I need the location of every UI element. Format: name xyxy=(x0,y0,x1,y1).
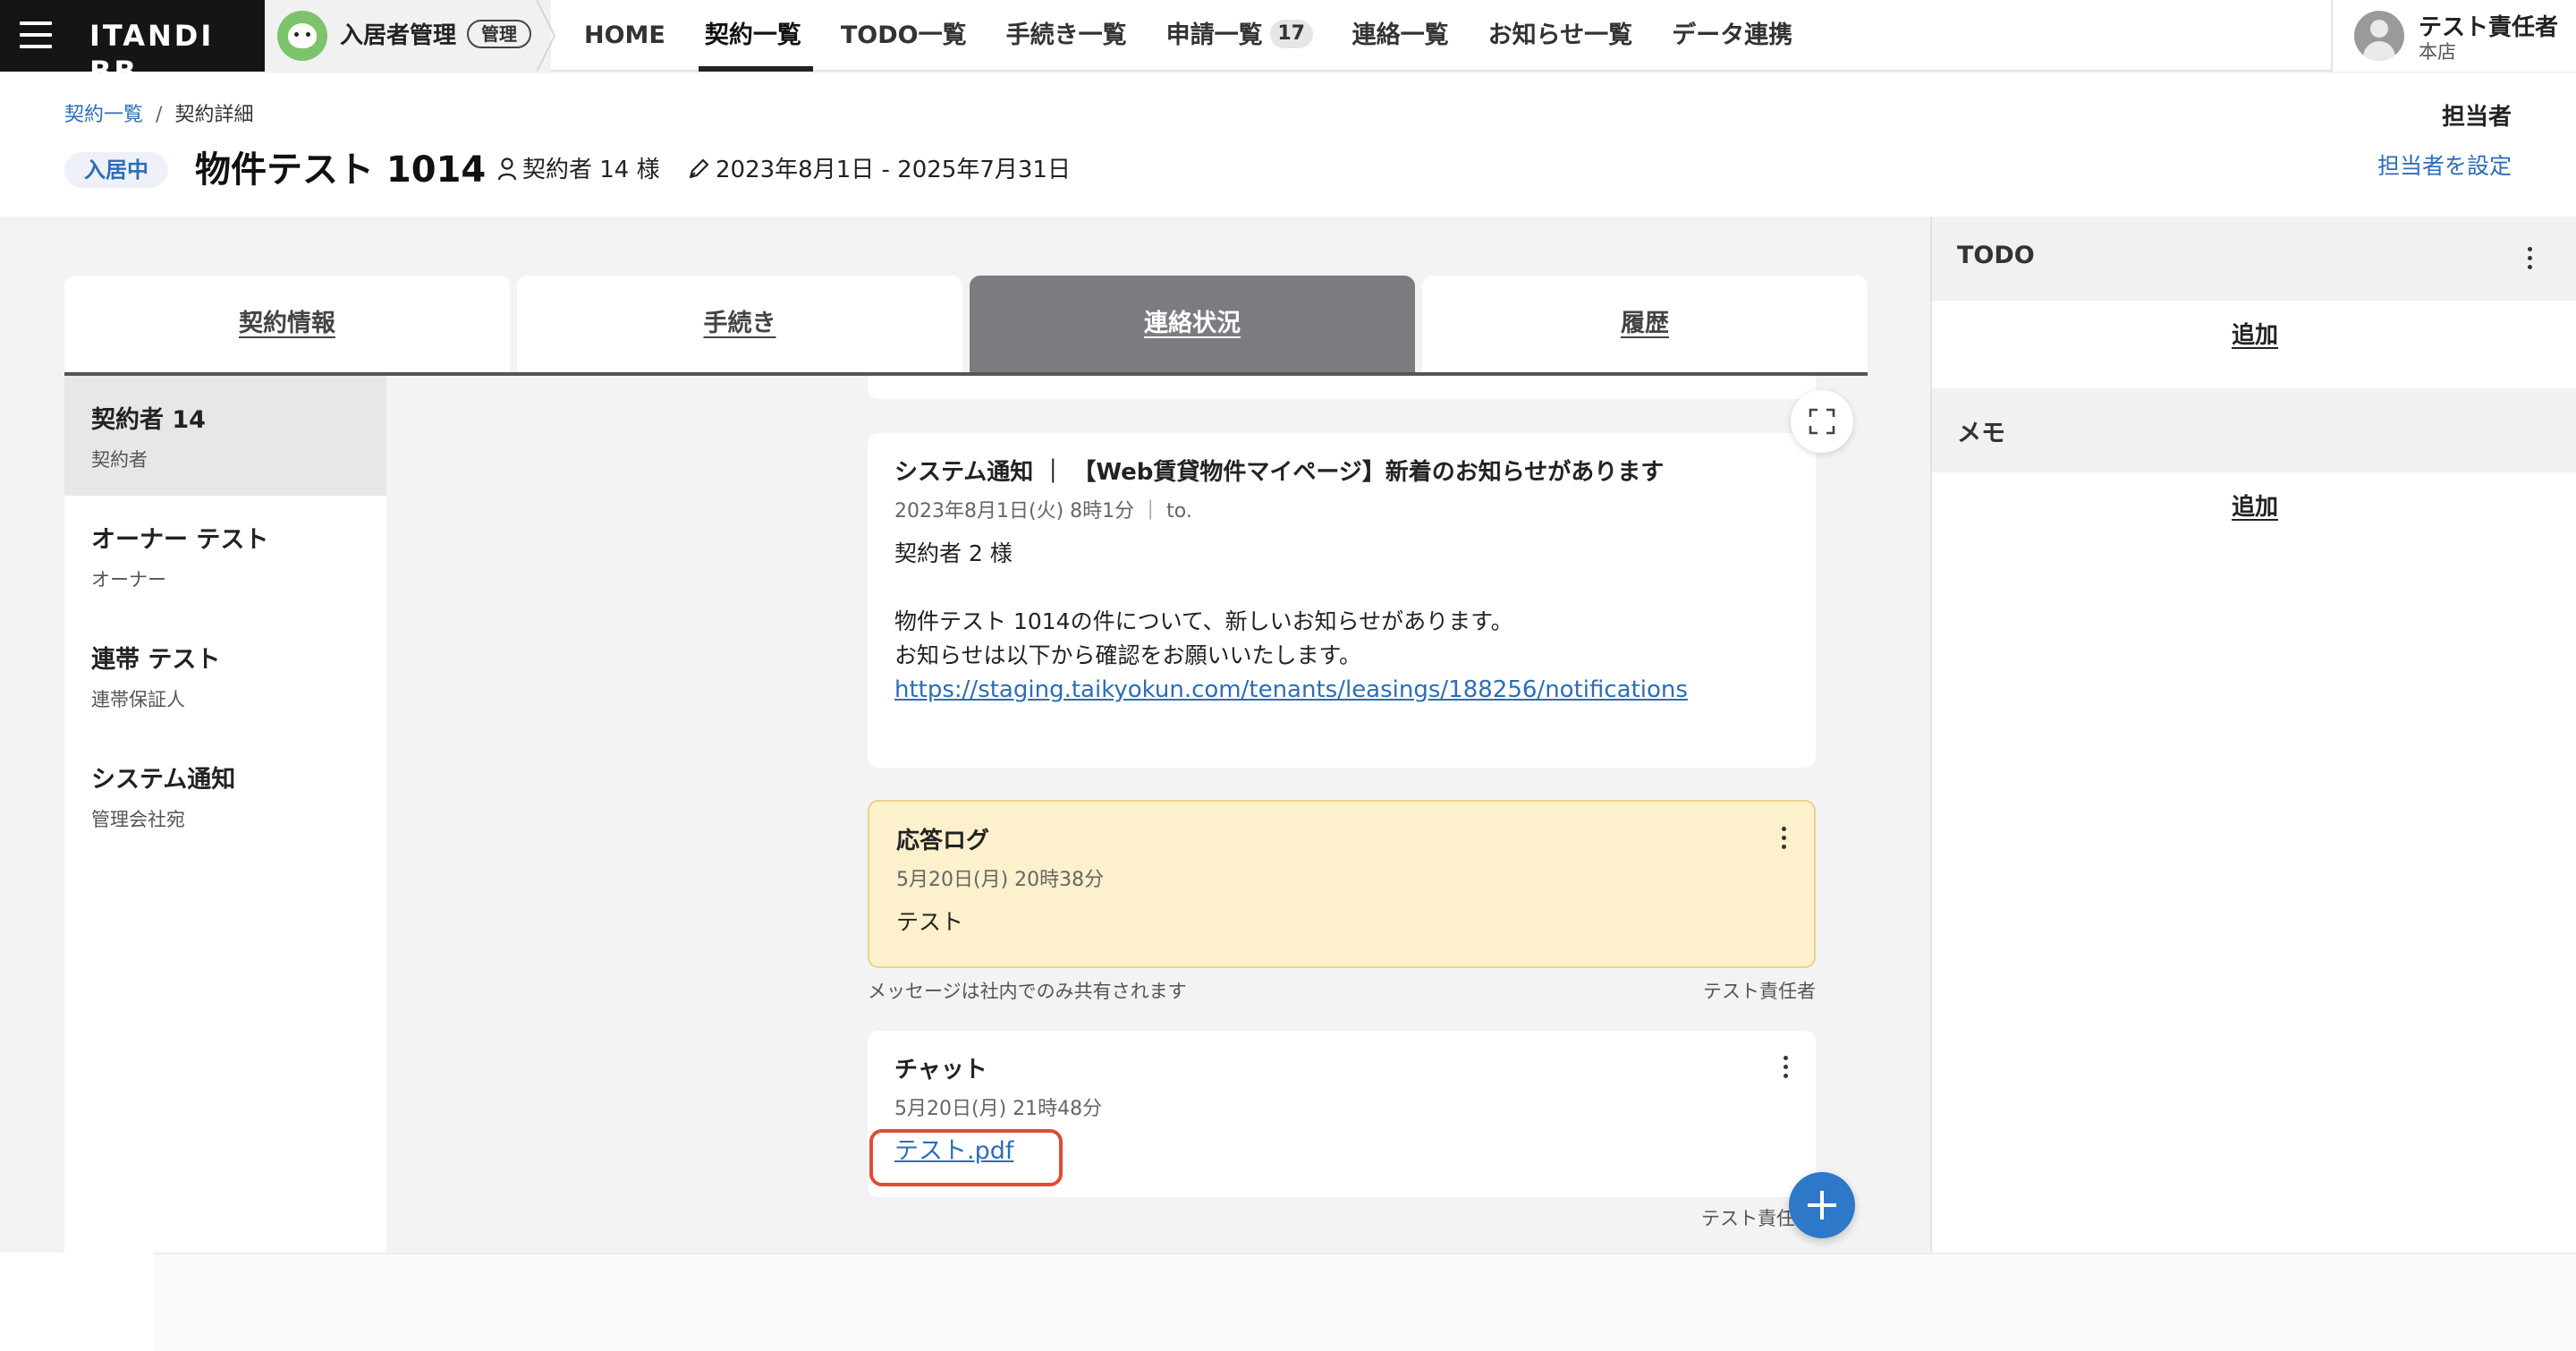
product-name[interactable]: 入居者管理 xyxy=(340,18,456,54)
contact-item-owner[interactable]: オーナー テスト オーナー xyxy=(64,496,386,616)
contact-role: 連帯保証人 xyxy=(91,689,185,710)
add-todo-button[interactable]: 追加 xyxy=(1932,317,2576,350)
message-time: 5月20日(月) 20時38分 xyxy=(896,869,1105,891)
right-side-panel: TODO 追加 メモ 追加 xyxy=(1930,217,2576,1253)
tab-procedures[interactable]: 手続き xyxy=(517,276,962,372)
notification-url-link[interactable]: https://staging.taikyokun.com/tenants/le… xyxy=(894,673,1688,707)
expand-button[interactable] xyxy=(1791,390,1853,453)
main-nav: HOME 契約一覧 TODO一覧 手続き一覧 申請一覧 17 連絡一覧 お知らせ一… xyxy=(572,0,1820,72)
more-options-icon[interactable] xyxy=(1782,1056,1789,1079)
message-title: チャット xyxy=(894,1057,987,1083)
assignee-label: 担当者 xyxy=(2441,104,2512,131)
message-time: 5月20日(月) 21時48分 xyxy=(894,1098,1103,1120)
user-store: 本店 xyxy=(2419,41,2456,63)
nav-procedures[interactable]: 手続き一覧 xyxy=(995,0,1139,72)
todo-title: TODO xyxy=(1957,242,2035,269)
add-memo-button[interactable]: 追加 xyxy=(1932,489,2576,522)
breadcrumb-current: 契約詳細 xyxy=(174,104,254,126)
user-avatar-icon xyxy=(2354,11,2404,61)
detail-tabs: 契約情報 手続き 連絡状況 履歴 xyxy=(64,276,1868,376)
contact-item-guarantor[interactable]: 連帯 テスト 連帯保証人 xyxy=(64,616,386,735)
contact-name: 連帯 テスト xyxy=(91,646,221,674)
nav-data-integration[interactable]: データ連携 xyxy=(1660,0,1804,72)
tab-contact-status[interactable]: 連絡状況 xyxy=(970,276,1415,372)
memo-header: メモ xyxy=(1932,388,2576,472)
product-role-badge: 管理 xyxy=(467,20,531,48)
memo-title: メモ xyxy=(1957,420,2005,447)
tab-contract-info[interactable]: 契約情報 xyxy=(64,276,510,372)
response-log-card: 応答ログ 5月20日(月) 20時38分 テスト xyxy=(868,800,1816,968)
message-time: 2023年8月1日(火) 8時1分 ｜ to. xyxy=(894,500,1192,523)
highlight-annotation xyxy=(869,1129,1063,1186)
contact-role: 管理会社宛 xyxy=(91,809,185,830)
nav-contacts[interactable]: 連絡一覧 xyxy=(1341,0,1461,72)
fullscreen-icon xyxy=(1809,408,1835,435)
breadcrumb-separator: / xyxy=(156,104,163,126)
bottom-area xyxy=(0,1253,2576,1351)
contact-name: オーナー テスト xyxy=(91,526,269,554)
top-navigation: ITANDI BB 入居者管理 管理 HOME 契約一覧 TODO一覧 手続き一… xyxy=(0,0,2576,89)
nav-home[interactable]: HOME xyxy=(572,0,677,72)
chevron-divider-icon xyxy=(537,0,556,72)
person-icon xyxy=(497,157,517,180)
system-notification-card: システム通知 ｜ 【Web賃貸物件マイページ】新着のお知らせがあります 2023… xyxy=(868,433,1816,768)
brand-area: ITANDI BB xyxy=(0,0,265,89)
nav-todo[interactable]: TODO一覧 xyxy=(829,0,979,72)
user-menu[interactable]: テスト責任者 本店 xyxy=(2331,0,2576,72)
more-options-icon[interactable] xyxy=(1780,827,1787,850)
nav-contracts[interactable]: 契約一覧 xyxy=(693,0,813,72)
message-author: テスト責任者 xyxy=(1703,981,1816,1002)
message-title: 応答ログ xyxy=(896,828,990,854)
contact-role: 契約者 xyxy=(91,449,148,471)
applications-count-badge: 17 xyxy=(1269,19,1313,48)
pen-icon xyxy=(689,158,709,178)
message-title: システム通知 ｜ 【Web賃貸物件マイページ】新着のお知らせがあります xyxy=(894,459,1665,486)
tab-history[interactable]: 履歴 xyxy=(1422,276,1868,372)
more-options-icon[interactable] xyxy=(2526,247,2533,270)
nav-applications[interactable]: 申請一覧 17 xyxy=(1155,0,1325,72)
breadcrumb: 契約一覧 / 契約詳細 xyxy=(64,98,253,127)
bear-mascot-icon xyxy=(277,11,327,61)
add-message-button[interactable] xyxy=(1789,1172,1855,1238)
contract-holders: 契約者 14 様 xyxy=(497,154,660,186)
nav-notices[interactable]: お知らせ一覧 xyxy=(1477,0,1644,72)
message-body: テスト xyxy=(896,909,964,935)
contact-list: 契約者 14 契約者 オーナー テスト オーナー 連帯 テスト 連帯保証人 シス… xyxy=(64,376,386,1253)
todo-header: TODO xyxy=(1932,217,2576,301)
contract-period: 2023年8月1日 - 2025年7月31日 xyxy=(687,154,1071,186)
contact-name: システム通知 xyxy=(91,766,236,794)
breadcrumb-link-contracts[interactable]: 契約一覧 xyxy=(64,104,143,126)
set-assignee-link[interactable]: 担当者を設定 xyxy=(2377,149,2512,181)
contact-name: 契約者 14 xyxy=(91,406,206,434)
page-title: 物件テスト 1014 xyxy=(195,149,487,191)
message-body: 契約者 2 様 物件テスト 1014の件について、新しいお知らせがあります。 お… xyxy=(894,540,1513,668)
internal-share-note: メッセージは社内でのみ共有されます xyxy=(868,981,1187,1002)
status-badge: 入居中 xyxy=(64,152,168,188)
contact-item-system[interactable]: システム通知 管理会社宛 xyxy=(64,735,386,855)
bottom-left-area xyxy=(0,1253,154,1351)
page-header: 契約一覧 / 契約詳細 入居中 物件テスト 1014 契約者 14 様 2023年8… xyxy=(0,73,2576,217)
previous-message-card xyxy=(868,376,1816,399)
contact-item-tenant[interactable]: 契約者 14 契約者 xyxy=(64,376,386,496)
message-author: テスト責任 xyxy=(1701,1208,1795,1229)
hamburger-menu-icon[interactable] xyxy=(20,21,52,48)
contact-role: オーナー xyxy=(91,569,166,591)
